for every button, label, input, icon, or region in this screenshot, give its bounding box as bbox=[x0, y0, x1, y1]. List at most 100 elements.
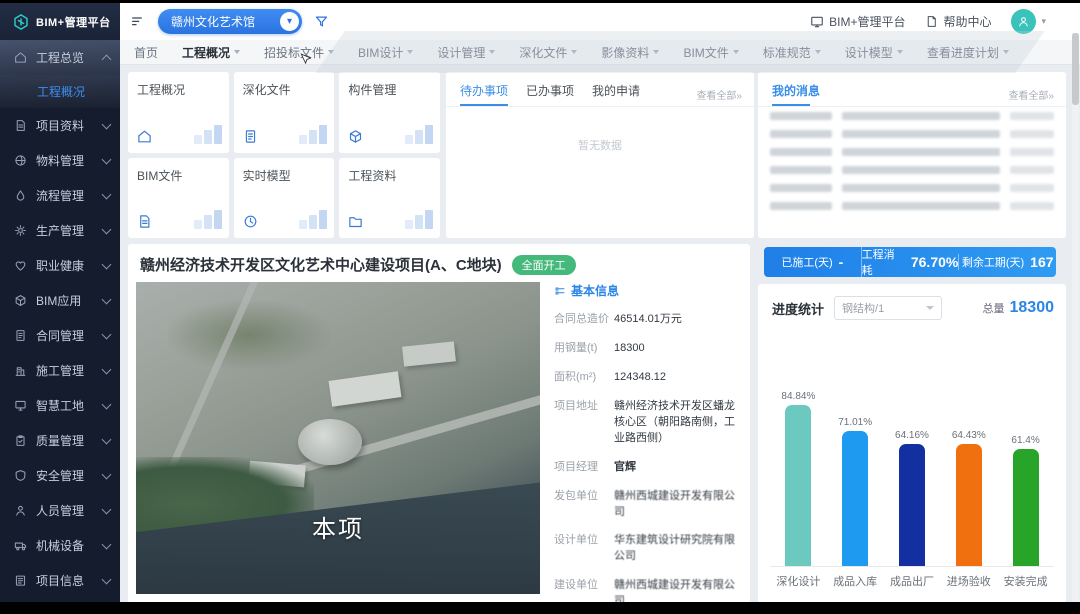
redacted-text bbox=[770, 112, 832, 120]
sidebar-item-label: 工程总览 bbox=[36, 49, 103, 66]
bar bbox=[842, 431, 868, 566]
messages-view-all-link[interactable]: 查看全部» bbox=[1008, 87, 1054, 102]
sidebar-item-contracts[interactable]: 合同管理 bbox=[0, 318, 120, 353]
message-row[interactable] bbox=[758, 125, 1066, 143]
platform-icon bbox=[810, 15, 824, 29]
field-value: 46514.01万元 bbox=[614, 312, 682, 328]
tasks-view-all-link[interactable]: 查看全部» bbox=[696, 87, 742, 102]
chevron-down-icon bbox=[102, 259, 112, 269]
card-project-data[interactable]: 工程资料 bbox=[339, 158, 440, 239]
tab-bidding-docs[interactable]: 招投标文件 bbox=[264, 44, 334, 61]
category-select[interactable]: 钢结构/1 bbox=[834, 296, 942, 320]
building-icon bbox=[14, 364, 27, 377]
card-realtime-model[interactable]: 实时模型 bbox=[234, 158, 335, 239]
chevron-down-icon bbox=[407, 50, 413, 54]
sidebar-item-safety[interactable]: 安全管理 bbox=[0, 458, 120, 493]
tab-bim-design[interactable]: BIM设计 bbox=[358, 44, 413, 61]
tab-detail-docs[interactable]: 深化文件 bbox=[519, 44, 577, 61]
progress-title: 进度统计 bbox=[772, 299, 824, 318]
sidebar-subitem-project-profile[interactable]: 工程概况 bbox=[0, 75, 120, 108]
help-center-link[interactable]: 帮助中心 bbox=[925, 13, 991, 30]
help-label: 帮助中心 bbox=[943, 13, 991, 30]
sidebar-item-project-overview[interactable]: 工程总览 bbox=[0, 40, 120, 75]
card-title: 实时模型 bbox=[243, 167, 326, 184]
chevron-down-icon bbox=[102, 329, 112, 339]
redacted-text bbox=[842, 184, 1000, 192]
tab-standards[interactable]: 标准规范 bbox=[763, 44, 821, 61]
filter-funnel-icon[interactable] bbox=[314, 14, 329, 29]
sidebar-item-materials[interactable]: 物料管理 bbox=[0, 143, 120, 178]
sidebar-item-project-docs[interactable]: 项目资料 bbox=[0, 108, 120, 143]
tasks-panel: 待办事项 已办事项 我的申请 查看全部» 暂无数据 bbox=[446, 72, 754, 238]
redacted-timestamp bbox=[1010, 166, 1054, 174]
card-project-profile[interactable]: 工程概况 bbox=[128, 72, 229, 153]
hamburger-icon[interactable] bbox=[130, 14, 146, 30]
tab-done[interactable]: 已办事项 bbox=[526, 82, 574, 106]
card-detail-docs[interactable]: 深化文件 bbox=[234, 72, 335, 153]
message-row[interactable] bbox=[758, 179, 1066, 197]
tab-media-files[interactable]: 影像资料 bbox=[601, 44, 659, 61]
chevron-down-icon bbox=[102, 399, 112, 409]
redacted-text bbox=[842, 166, 1000, 174]
message-row[interactable] bbox=[758, 197, 1066, 215]
chevron-down-icon bbox=[653, 50, 659, 54]
sidebar-item-personnel[interactable]: 人员管理 bbox=[0, 493, 120, 528]
photo-texture bbox=[168, 301, 330, 370]
tab-home[interactable]: 首页 bbox=[134, 44, 158, 61]
card-component-mgmt[interactable]: 构件管理 bbox=[339, 72, 440, 153]
field-value: 赣州西城建设开发有限公司 bbox=[614, 489, 740, 521]
card-title: BIM文件 bbox=[137, 167, 220, 184]
tab-design-mgmt[interactable]: 设计管理 bbox=[437, 44, 495, 61]
card-title: 工程资料 bbox=[348, 167, 431, 184]
document-icon bbox=[14, 119, 27, 132]
basic-info: 基本信息 合同总造价46514.01万元 用钢量(t)18300 面积(m²)1… bbox=[554, 282, 740, 602]
project-selector[interactable]: 赣州文化艺术馆 ▾ bbox=[158, 9, 302, 34]
redacted-text bbox=[770, 184, 832, 192]
tab-todo[interactable]: 待办事项 bbox=[460, 82, 508, 106]
message-row[interactable] bbox=[758, 143, 1066, 161]
redacted-text bbox=[770, 166, 832, 174]
tab-my-requests[interactable]: 我的申请 bbox=[592, 82, 640, 106]
bar bbox=[785, 405, 811, 566]
sidebar-item-occupational-health[interactable]: 职业健康 bbox=[0, 248, 120, 283]
project-card: 赣州经济技术开发区文化艺术中心建设项目(A、C地块) 全面开工 本项 bbox=[128, 244, 750, 602]
scrollbar-thumb[interactable] bbox=[1072, 33, 1079, 105]
project-selector-value: 赣州文化艺术馆 bbox=[171, 13, 255, 30]
truck-icon bbox=[14, 539, 27, 552]
message-row[interactable] bbox=[758, 161, 1066, 179]
sidebar-item-workflow[interactable]: 流程管理 bbox=[0, 178, 120, 213]
field-value: 华东建筑设计研究院有限公司 bbox=[614, 533, 740, 565]
chevron-down-icon bbox=[102, 294, 112, 304]
tab-label: 查看进度计划 bbox=[927, 44, 999, 61]
sidebar-item-bim-app[interactable]: BIM应用 bbox=[0, 283, 120, 318]
redacted-text bbox=[842, 148, 1000, 156]
field-label: 项目地址 bbox=[554, 399, 614, 447]
photo-caption: 本项 bbox=[136, 509, 540, 544]
chevron-down-icon: ▾ bbox=[1041, 16, 1046, 27]
sidebar-item-smart-site[interactable]: 智慧工地 bbox=[0, 388, 120, 423]
tab-bim-files[interactable]: BIM文件 bbox=[683, 44, 738, 61]
scrollbar-track[interactable] bbox=[1072, 33, 1079, 602]
sidebar-item-production[interactable]: 生产管理 bbox=[0, 213, 120, 248]
project-title: 赣州经济技术开发区文化艺术中心建设项目(A、C地块) bbox=[140, 254, 502, 275]
mini-chart bbox=[194, 210, 222, 229]
logo-area[interactable]: BIM+管理平台 bbox=[0, 3, 120, 40]
sidebar-item-quality[interactable]: 质量管理 bbox=[0, 423, 120, 458]
sidebar-item-construction[interactable]: 施工管理 bbox=[0, 353, 120, 388]
user-menu[interactable]: ▾ bbox=[1011, 9, 1046, 34]
message-row[interactable] bbox=[758, 107, 1066, 125]
tab-project-overview[interactable]: 工程概况 bbox=[182, 44, 240, 61]
folder-icon bbox=[348, 214, 363, 229]
chevron-down-icon bbox=[102, 154, 112, 164]
platform-link[interactable]: BIM+管理平台 bbox=[810, 13, 905, 30]
document-icon bbox=[243, 129, 258, 144]
tab-schedule-plan[interactable]: 查看进度计划 bbox=[927, 44, 1009, 61]
x-tick-label: 成品入库 bbox=[827, 573, 883, 589]
sidebar-item-project-info[interactable]: 项目信息 bbox=[0, 563, 120, 598]
bar-value-label: 61.4% bbox=[1011, 435, 1039, 446]
sidebar-item-machinery[interactable]: 机械设备 bbox=[0, 528, 120, 563]
contract-icon bbox=[14, 329, 27, 342]
home-icon bbox=[14, 51, 27, 64]
card-bim-files[interactable]: BIM文件 bbox=[128, 158, 229, 239]
tab-design-model[interactable]: 设计模型 bbox=[845, 44, 903, 61]
